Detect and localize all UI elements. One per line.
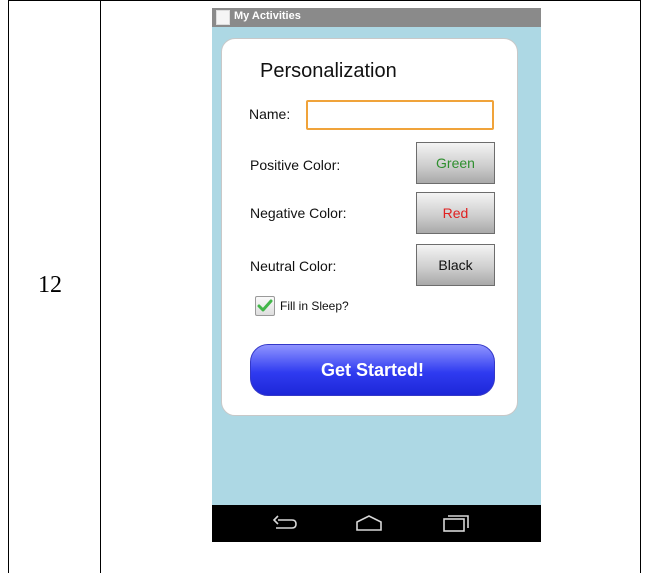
table-border-top (8, 0, 641, 1)
navigation-bar (212, 505, 541, 542)
name-label: Name: (249, 106, 291, 122)
status-bar: My Activities (212, 8, 541, 27)
fill-sleep-label: Fill in Sleep? (280, 299, 349, 313)
fill-sleep-checkbox[interactable] (255, 296, 275, 316)
get-started-button[interactable]: Get Started! (250, 344, 495, 396)
home-icon[interactable] (355, 514, 383, 532)
table-border-divider (100, 0, 101, 573)
name-input[interactable] (306, 100, 494, 130)
negative-color-label: Negative Color: (250, 205, 347, 221)
app-title: My Activities (234, 10, 301, 22)
table-border-left (8, 0, 9, 573)
positive-color-button[interactable]: Green (416, 142, 495, 184)
row-number: 12 (38, 272, 62, 298)
phone-screenshot: My Activities Personalization Name: Posi… (212, 8, 541, 542)
table-border-right (640, 0, 641, 573)
positive-color-label: Positive Color: (250, 157, 341, 173)
negative-color-button[interactable]: Red (416, 192, 495, 234)
neutral-color-label: Neutral Color: (250, 258, 337, 274)
app-icon (216, 10, 230, 25)
screen-title: Personalization (260, 60, 397, 82)
checkmark-icon (257, 299, 273, 312)
back-icon[interactable] (272, 514, 298, 532)
recent-apps-icon[interactable] (442, 514, 470, 532)
neutral-color-button[interactable]: Black (416, 244, 495, 286)
